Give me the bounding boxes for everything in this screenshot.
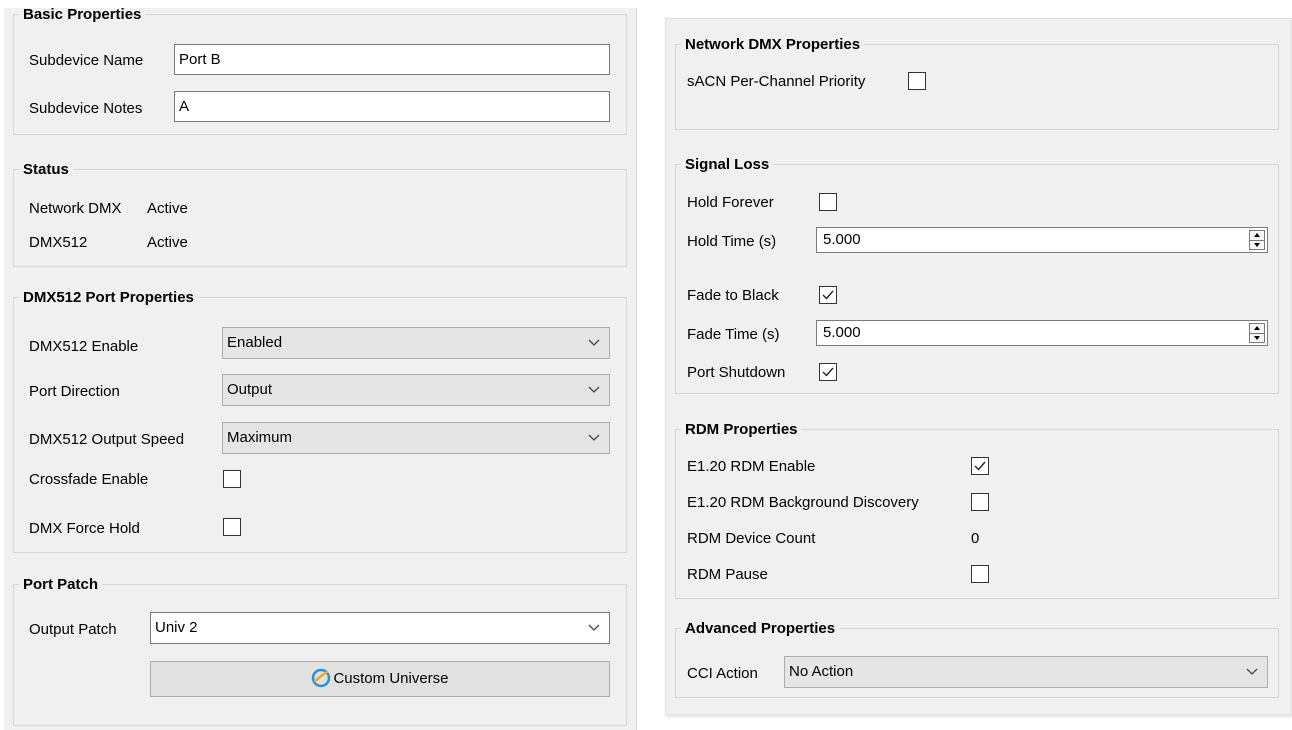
selected-value: Enabled: [227, 334, 283, 351]
signal-loss-group: Signal Loss: [675, 156, 1279, 394]
dmx512-label: DMX512: [29, 234, 88, 251]
chevron-down-icon: [588, 339, 600, 346]
port-direction-label: Port Direction: [29, 383, 120, 400]
checkmark-icon: [822, 290, 834, 300]
button-label: Custom Universe: [333, 670, 449, 687]
port-direction-select[interactable]: Output: [222, 374, 610, 406]
checkmark-icon: [974, 461, 986, 471]
dmx512-enable-select[interactable]: Enabled: [222, 327, 610, 359]
spin-buttons[interactable]: [1249, 230, 1265, 250]
rdm-pause-checkbox[interactable]: [971, 565, 989, 583]
fade-time-label: Fade Time (s): [687, 326, 780, 343]
chevron-down-icon: [588, 386, 600, 393]
selected-value: Univ 2: [155, 619, 198, 636]
rdm-pause-label: RDM Pause: [687, 566, 768, 583]
port-patch-group: Port Patch: [13, 576, 627, 726]
dmx512-output-speed-select[interactable]: Maximum: [222, 422, 610, 454]
chevron-down-icon: [588, 434, 600, 441]
hold-time-label: Hold Time (s): [687, 233, 777, 250]
subdevice-name-label: Subdevice Name: [29, 52, 144, 69]
output-patch-label: Output Patch: [29, 621, 117, 638]
group-title: RDM Properties: [685, 421, 798, 438]
spin-divider: [1250, 333, 1264, 334]
hold-forever-checkbox[interactable]: [819, 193, 837, 211]
subdevice-notes-input[interactable]: A: [174, 91, 610, 122]
rdm-background-discovery-label: E1.20 RDM Background Discovery: [687, 494, 919, 511]
group-title: Port Patch: [23, 576, 99, 593]
selected-value: Maximum: [227, 429, 293, 446]
network-dmx-status: Active: [147, 200, 188, 217]
fade-time-spinbox[interactable]: 5.000: [816, 320, 1268, 346]
sacn-priority-label: sACN Per-Channel Priority: [687, 73, 866, 90]
dmx512-output-speed-label: DMX512 Output Speed: [29, 431, 185, 448]
custom-universe-button[interactable]: Custom Universe: [150, 661, 610, 697]
port-shutdown-checkbox[interactable]: [819, 363, 837, 381]
group-title: DMX512 Port Properties: [23, 289, 194, 306]
sacn-priority-checkbox[interactable]: [908, 72, 926, 90]
hold-time-spinbox[interactable]: 5.000: [816, 227, 1268, 253]
network-dmx-label: Network DMX: [29, 200, 122, 217]
group-title: Basic Properties: [23, 6, 142, 23]
port-shutdown-label: Port Shutdown: [687, 364, 786, 381]
chevron-down-icon: [1246, 668, 1258, 675]
rdm-enable-checkbox[interactable]: [971, 457, 989, 475]
subdevice-name-input[interactable]: Port B: [174, 44, 610, 75]
spin-up-icon[interactable]: [1254, 326, 1260, 330]
dmx512-enable-label: DMX512 Enable: [29, 338, 139, 355]
right-properties-panel: Network DMX Properties sACN Per-Channel …: [665, 18, 1292, 715]
spin-down-icon[interactable]: [1254, 336, 1260, 340]
dmx512-status: Active: [147, 234, 188, 251]
hold-forever-label: Hold Forever: [687, 194, 774, 211]
rdm-device-count-value: 0: [971, 530, 980, 547]
group-title: Status: [23, 161, 69, 178]
fade-to-black-checkbox[interactable]: [819, 286, 837, 304]
dmx-force-hold-checkbox[interactable]: [223, 518, 241, 536]
spinbox-value: 5.000: [823, 231, 861, 248]
fade-to-black-label: Fade to Black: [687, 287, 779, 304]
cci-action-select[interactable]: No Action: [784, 656, 1268, 688]
spin-divider: [1250, 240, 1264, 241]
spinbox-value: 5.000: [823, 324, 861, 341]
group-title: Advanced Properties: [685, 620, 836, 637]
spin-down-icon[interactable]: [1254, 243, 1260, 247]
spin-buttons[interactable]: [1249, 323, 1265, 343]
chevron-down-icon: [588, 624, 600, 631]
selected-value: Output: [227, 381, 273, 398]
group-title: Network DMX Properties: [685, 36, 861, 53]
rdm-device-count-label: RDM Device Count: [687, 530, 816, 547]
cci-action-label: CCI Action: [687, 665, 758, 682]
crossfade-enable-label: Crossfade Enable: [29, 471, 149, 488]
output-patch-select[interactable]: Univ 2: [150, 612, 610, 644]
rdm-enable-label: E1.20 RDM Enable: [687, 458, 816, 475]
crossfade-enable-checkbox[interactable]: [223, 470, 241, 488]
selected-value: No Action: [789, 663, 854, 680]
left-properties-panel: Basic Properties Subdevice Name Port B S…: [4, 6, 637, 730]
dmx-force-hold-label: DMX Force Hold: [29, 520, 140, 537]
spin-up-icon[interactable]: [1254, 233, 1260, 237]
rdm-background-discovery-checkbox[interactable]: [971, 493, 989, 511]
universe-icon: [312, 668, 331, 687]
subdevice-notes-label: Subdevice Notes: [29, 100, 143, 117]
group-title: Signal Loss: [685, 156, 770, 173]
checkmark-icon: [822, 367, 834, 377]
